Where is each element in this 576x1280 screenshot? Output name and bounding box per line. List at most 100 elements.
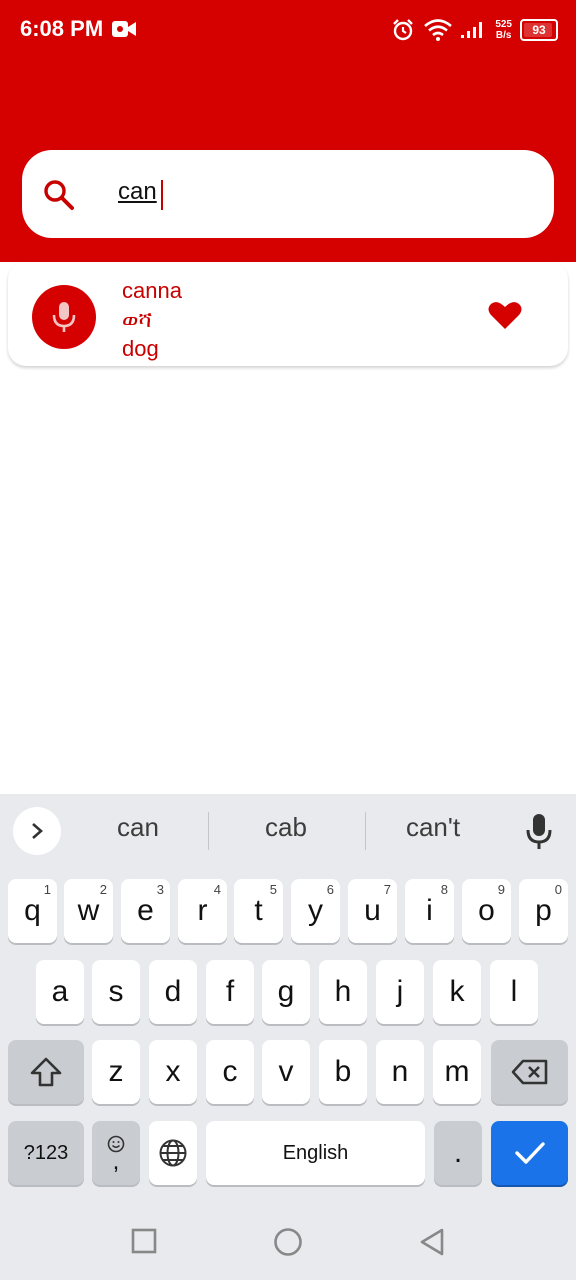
backspace-key[interactable] [491, 1040, 568, 1104]
shift-arrow-icon [30, 1057, 62, 1087]
signal-icon [461, 22, 483, 38]
key-h[interactable]: h [319, 960, 367, 1024]
key-j[interactable]: j [376, 960, 424, 1024]
key-l[interactable]: l [490, 960, 538, 1024]
key-t[interactable]: t5 [234, 879, 283, 943]
key-label: a [51, 975, 69, 1008]
search-input[interactable]: can [118, 178, 157, 206]
result-meaning: dog [122, 336, 159, 361]
suggestion-1[interactable]: can [73, 812, 203, 843]
key-number-hint: 7 [383, 882, 391, 897]
alarm-icon [393, 19, 414, 41]
key-label: x [165, 1055, 181, 1088]
voice-input-icon[interactable] [524, 812, 554, 850]
key-o[interactable]: o9 [462, 879, 511, 943]
navigation-bar [0, 1200, 576, 1280]
key-a[interactable]: a [36, 960, 84, 1024]
key-label: o [478, 894, 495, 927]
key-p[interactable]: p0 [519, 879, 568, 943]
favorite-heart-icon[interactable] [488, 300, 522, 330]
microphone-icon [52, 302, 76, 332]
expand-toolbar-button[interactable] [13, 807, 61, 855]
home-icon[interactable] [273, 1227, 303, 1257]
key-label: g [277, 975, 295, 1008]
result-translation: ወሻ [122, 307, 153, 332]
space-key[interactable]: English [206, 1121, 425, 1185]
key-number-hint: 0 [554, 882, 562, 897]
key-u[interactable]: u7 [348, 879, 397, 943]
suggestion-divider [208, 812, 209, 850]
key-label: z [108, 1055, 124, 1088]
key-label: u [364, 894, 381, 927]
key-label: w [77, 894, 100, 927]
globe-icon [159, 1139, 187, 1167]
key-number-hint: 2 [99, 882, 107, 897]
key-label: r [197, 894, 208, 927]
key-label: h [334, 975, 352, 1008]
symbols-key[interactable]: ?123 [8, 1121, 84, 1185]
key-y[interactable]: y6 [291, 879, 340, 943]
key-number-hint: 1 [43, 882, 51, 897]
key-i[interactable]: i8 [405, 879, 454, 943]
recent-apps-icon[interactable] [131, 1228, 157, 1254]
key-q[interactable]: q1 [8, 879, 57, 943]
key-label: c [222, 1055, 238, 1088]
checkmark-icon [514, 1142, 545, 1164]
emoji-comma-key[interactable]: , [92, 1121, 140, 1185]
key-label: k [449, 975, 465, 1008]
search-bar[interactable]: can [22, 150, 554, 238]
key-label: d [164, 975, 182, 1008]
search-icon [44, 180, 74, 210]
shift-key[interactable] [8, 1040, 84, 1104]
key-label: j [396, 975, 404, 1008]
key-b[interactable]: b [319, 1040, 367, 1104]
key-d[interactable]: d [149, 960, 197, 1024]
suggestion-3[interactable]: can't [368, 812, 498, 843]
back-icon[interactable] [418, 1227, 446, 1257]
suggestion-divider [365, 812, 366, 850]
suggestion-2[interactable]: cab [221, 812, 351, 843]
result-text: canna ወሻ dog [122, 276, 182, 363]
result-word: canna [122, 278, 182, 303]
comma-label: , [112, 1148, 120, 1175]
network-speed: 525 B/s [495, 19, 512, 41]
key-label: v [278, 1055, 294, 1088]
backspace-icon [511, 1059, 547, 1085]
key-label: f [225, 975, 235, 1008]
key-r[interactable]: r4 [178, 879, 227, 943]
key-v[interactable]: v [262, 1040, 310, 1104]
key-s[interactable]: s [92, 960, 140, 1024]
status-time: 6:08 PM [20, 16, 104, 41]
key-m[interactable]: m [433, 1040, 481, 1104]
battery-level: 93 [532, 23, 546, 37]
play-pronunciation-button[interactable] [32, 285, 96, 349]
key-label: y [308, 894, 323, 927]
key-e[interactable]: e3 [121, 879, 170, 943]
key-label: i [426, 894, 433, 927]
key-label: q [24, 894, 41, 927]
enter-key[interactable] [491, 1121, 568, 1185]
key-n[interactable]: n [376, 1040, 424, 1104]
key-label: l [510, 975, 518, 1008]
chevron-right-icon [32, 823, 43, 839]
text-caret [161, 180, 163, 210]
key-k[interactable]: k [433, 960, 481, 1024]
period-key[interactable]: . [434, 1121, 482, 1185]
key-g[interactable]: g [262, 960, 310, 1024]
key-number-hint: 4 [213, 882, 221, 897]
result-item[interactable]: canna ወሻ dog [8, 262, 568, 366]
key-label: n [391, 1055, 409, 1088]
key-x[interactable]: x [149, 1040, 197, 1104]
key-label: e [137, 894, 154, 927]
key-z[interactable]: z [92, 1040, 140, 1104]
key-number-hint: 9 [497, 882, 505, 897]
battery-icon: 93 [520, 19, 558, 41]
key-f[interactable]: f [206, 960, 254, 1024]
key-w[interactable]: w2 [64, 879, 113, 943]
key-label: m [444, 1055, 470, 1088]
key-number-hint: 3 [156, 882, 164, 897]
key-label: t [254, 894, 263, 927]
suggestion-bar: can cab can't [0, 794, 576, 866]
language-key[interactable] [149, 1121, 197, 1185]
key-c[interactable]: c [206, 1040, 254, 1104]
